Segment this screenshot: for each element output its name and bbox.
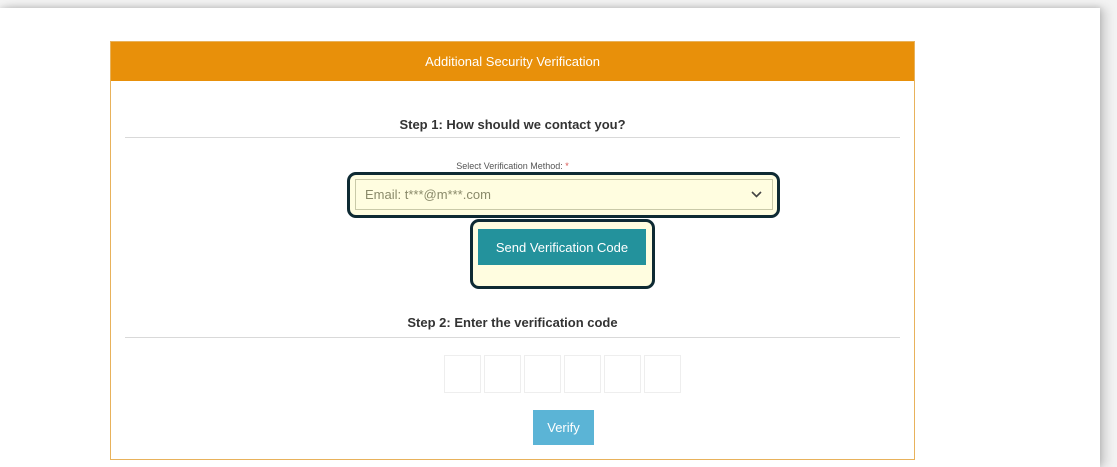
card-header-title: Additional Security Verification xyxy=(425,54,600,69)
code-digit-input-5[interactable] xyxy=(604,355,641,393)
code-digit-input-1[interactable] xyxy=(444,355,481,393)
required-marker: * xyxy=(565,161,569,171)
card-header: Additional Security Verification xyxy=(111,42,914,81)
verify-button[interactable]: Verify xyxy=(533,410,594,445)
step2-divider xyxy=(125,337,900,338)
code-digit-input-2[interactable] xyxy=(484,355,521,393)
verification-method-label-text: Select Verification Method: xyxy=(456,161,563,171)
code-digit-input-3[interactable] xyxy=(524,355,561,393)
chevron-down-icon xyxy=(751,189,762,201)
page: Additional Security Verification Step 1:… xyxy=(0,8,1100,467)
verification-card: Additional Security Verification Step 1:… xyxy=(110,41,915,460)
send-verification-code-button[interactable]: Send Verification Code xyxy=(478,229,646,265)
verification-method-label: Select Verification Method: * xyxy=(111,161,914,171)
selected-method-value: Email: t***@m***.com xyxy=(365,187,491,202)
step1-divider xyxy=(125,137,900,138)
code-digit-input-4[interactable] xyxy=(564,355,601,393)
verification-code-inputs xyxy=(444,355,681,393)
step2-title: Step 2: Enter the verification code xyxy=(407,315,618,330)
code-digit-input-6[interactable] xyxy=(644,355,681,393)
step1-title: Step 1: How should we contact you? xyxy=(399,117,626,132)
verification-method-select[interactable]: Email: t***@m***.com xyxy=(355,179,773,210)
